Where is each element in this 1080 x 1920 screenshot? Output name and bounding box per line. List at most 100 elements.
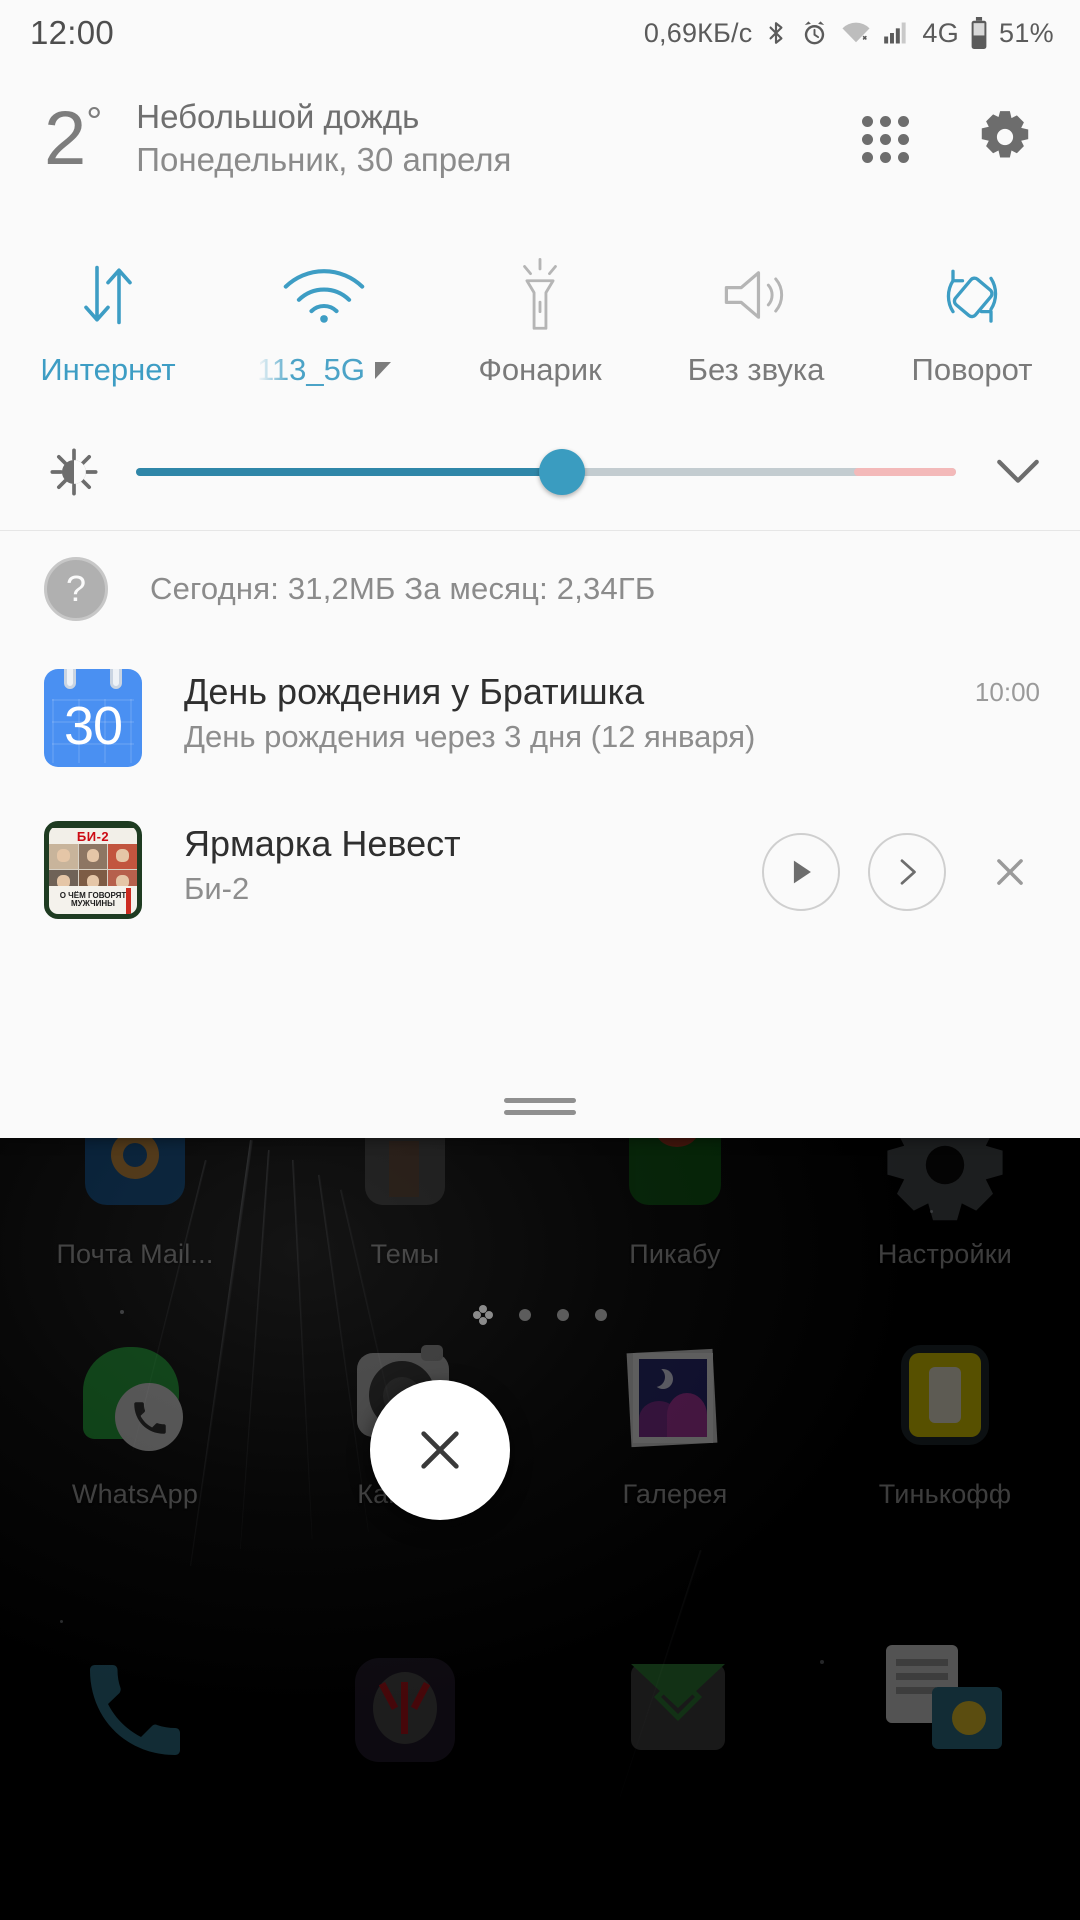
gallery-icon bbox=[615, 1345, 735, 1465]
status-bar: 12:00 0,69КБ/с 4G 51% bbox=[0, 0, 1080, 66]
album-artist-badge: БИ-2 bbox=[49, 828, 137, 845]
wifi-icon bbox=[281, 258, 367, 332]
brightness-slider[interactable] bbox=[136, 449, 956, 495]
quick-tile-label: Без звука bbox=[687, 352, 825, 387]
app-label: Тинькофф bbox=[878, 1479, 1012, 1509]
calendar-icon: 30 bbox=[44, 669, 142, 767]
rotation-icon bbox=[934, 258, 1010, 332]
weather-date: Понедельник, 30 апреля bbox=[136, 141, 512, 178]
album-banner: О ЧЁМ ГОВОРЯТ МУЖЧИНЫ bbox=[49, 886, 137, 914]
phone-handset-icon bbox=[134, 1402, 166, 1434]
degree-sign: ° bbox=[86, 100, 103, 144]
app-icon-gallery[interactable]: Галерея bbox=[540, 1345, 810, 1510]
close-icon bbox=[421, 1431, 459, 1469]
notification-body: День рождения у Братишка День рождения ч… bbox=[184, 669, 957, 758]
data-transfer-icon bbox=[75, 258, 141, 332]
close-shade-fab[interactable] bbox=[370, 1380, 510, 1520]
quick-tile-flashlight[interactable]: Фонарик bbox=[432, 257, 648, 388]
track-artist: Би-2 bbox=[184, 871, 250, 907]
mail-icon bbox=[615, 1650, 735, 1770]
gear-icon[interactable] bbox=[978, 110, 1032, 169]
dock-item-yandex[interactable] bbox=[270, 1630, 540, 1790]
play-button[interactable] bbox=[762, 833, 840, 911]
tinkoff-icon bbox=[885, 1345, 1005, 1465]
brightness-row bbox=[0, 414, 1080, 530]
bluetooth-icon bbox=[763, 18, 789, 48]
app-label: Темы bbox=[370, 1239, 440, 1269]
quick-tile-label: Поворот bbox=[911, 352, 1033, 387]
page-dot[interactable] bbox=[519, 1309, 531, 1321]
battery-icon bbox=[970, 17, 988, 49]
status-clock: 12:00 bbox=[30, 14, 115, 51]
chevron-expand-icon[interactable] bbox=[375, 361, 391, 379]
notification-subtitle: День рождения через 3 дня (12 января) bbox=[184, 719, 756, 755]
yandex-icon bbox=[345, 1650, 465, 1770]
app-label: Почта Mail... bbox=[56, 1239, 214, 1269]
header-actions bbox=[862, 110, 1044, 169]
play-icon bbox=[793, 860, 811, 884]
slider-thumb[interactable] bbox=[539, 449, 586, 495]
close-icon bbox=[997, 859, 1023, 885]
data-usage-row[interactable]: ? Сегодня: 31,2МБ За месяц: 2,34ГБ bbox=[0, 531, 1080, 647]
album-banner-line2: МУЖЧИНЫ bbox=[71, 899, 115, 908]
dock bbox=[0, 1630, 1080, 1790]
notification-shade: 12:00 0,69КБ/с 4G 51% 2 ° Небольшой дожд… bbox=[0, 0, 1080, 1138]
drag-handle[interactable] bbox=[504, 1098, 576, 1122]
app-label: Галерея bbox=[622, 1479, 728, 1509]
dock-item-messages[interactable] bbox=[810, 1630, 1080, 1790]
notification-time: 10:00 bbox=[974, 677, 1040, 707]
quick-tile-silent[interactable]: Без звука bbox=[648, 258, 864, 388]
page-dot-active[interactable] bbox=[473, 1305, 493, 1325]
calendar-day: 30 bbox=[63, 696, 123, 756]
app-row-2: WhatsApp Камера bbox=[0, 1345, 1080, 1510]
app-icon-tinkoff[interactable]: Тинькофф bbox=[810, 1345, 1080, 1510]
page-dot[interactable] bbox=[557, 1309, 569, 1321]
page-indicator[interactable] bbox=[0, 1305, 1080, 1325]
network-speed: 0,69КБ/с bbox=[643, 17, 753, 48]
next-icon bbox=[900, 859, 916, 885]
battery-percent: 51% bbox=[999, 17, 1054, 48]
quick-tile-internet[interactable]: Интернет bbox=[0, 258, 216, 388]
weather-text: Небольшой дождь Понедельник, 30 апреля bbox=[136, 96, 511, 182]
notification-calendar[interactable]: 30 День рождения у Братишка День рождени… bbox=[0, 647, 1080, 789]
notification-media[interactable]: БИ-2 О ЧЁМ ГОВОРЯТ МУЖЧИНЫ Ярмарка Невес… bbox=[0, 789, 1080, 941]
quick-tile-label-wrap: 113_5G bbox=[257, 352, 391, 388]
wallpaper-dust bbox=[60, 1620, 63, 1623]
quick-tile-label: Интернет bbox=[40, 352, 176, 387]
brightness-icon[interactable] bbox=[44, 446, 104, 498]
app-grid-icon[interactable] bbox=[862, 116, 909, 163]
next-button[interactable] bbox=[868, 833, 946, 911]
quick-tile-label: Фонарик bbox=[478, 352, 602, 387]
media-controls bbox=[762, 821, 1040, 911]
page-dot[interactable] bbox=[595, 1309, 607, 1321]
quick-tile-rotation[interactable]: Поворот bbox=[864, 258, 1080, 388]
track-title: Ярмарка Невест bbox=[184, 823, 461, 864]
wifi-ssid-label: 113_5G bbox=[256, 352, 365, 387]
chevron-down-icon[interactable] bbox=[990, 457, 1046, 487]
app-label: Настройки bbox=[877, 1239, 1013, 1269]
temperature-value: 2 bbox=[44, 96, 87, 181]
dismiss-button[interactable] bbox=[980, 842, 1040, 902]
app-icon-whatsapp[interactable]: WhatsApp bbox=[0, 1345, 270, 1510]
weather-header[interactable]: 2 ° Небольшой дождь Понедельник, 30 апре… bbox=[0, 66, 1080, 194]
notification-title: День рождения у Братишка bbox=[184, 671, 645, 712]
weather-condition: Небольшой дождь bbox=[136, 98, 420, 136]
quick-tile-wifi[interactable]: 113_5G bbox=[216, 258, 432, 388]
dock-item-phone[interactable] bbox=[0, 1630, 270, 1790]
messages-icon bbox=[880, 1645, 1010, 1775]
album-art: БИ-2 О ЧЁМ ГОВОРЯТ МУЖЧИНЫ bbox=[44, 821, 142, 919]
album-red-bar bbox=[126, 888, 131, 914]
slider-fill bbox=[136, 468, 563, 476]
question-mark-icon[interactable]: ? bbox=[44, 557, 108, 621]
app-label: Пикабу bbox=[629, 1239, 721, 1269]
app-label: WhatsApp bbox=[71, 1479, 199, 1509]
whatsapp-icon bbox=[75, 1345, 195, 1465]
dock-item-mail[interactable] bbox=[540, 1630, 810, 1790]
phone-icon bbox=[90, 1665, 180, 1755]
cell-signal-icon bbox=[883, 20, 911, 46]
status-icons: 0,69КБ/с 4G 51% bbox=[644, 17, 1054, 49]
alarm-icon bbox=[800, 19, 829, 48]
network-type: 4G bbox=[922, 17, 960, 48]
data-usage-text: Сегодня: 31,2МБ За месяц: 2,34ГБ bbox=[150, 571, 656, 606]
temperature: 2 ° bbox=[44, 101, 102, 177]
